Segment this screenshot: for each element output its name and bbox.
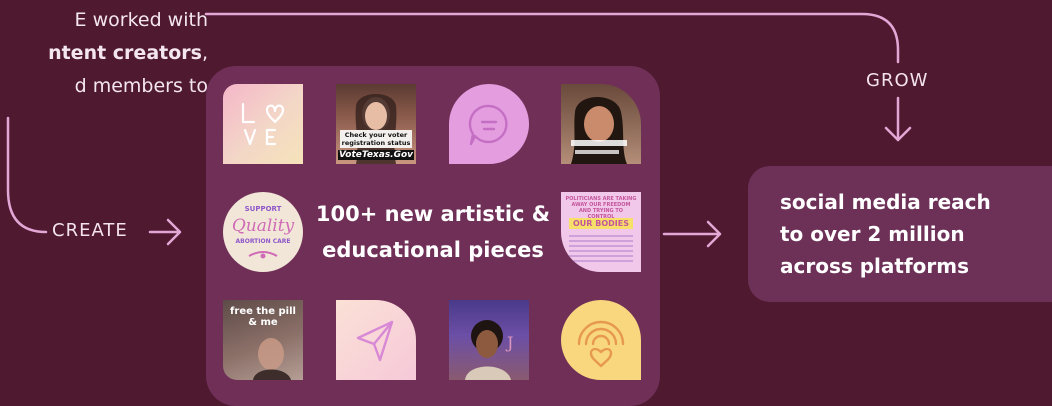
rainbow-heart-icon	[577, 320, 625, 368]
chat-bubble-icon	[468, 104, 508, 146]
voter-caption-line-2: registration status	[341, 139, 411, 147]
send-tile	[336, 300, 416, 380]
pieces-line-1: 100+ new artistic &	[315, 202, 551, 226]
poster-tile: POLITICIANS ARE TAKING AWAY OUR FREEDOM …	[561, 192, 641, 272]
free-pill-tile: free the pill & me	[223, 300, 303, 380]
result-arrow	[662, 220, 722, 248]
grow-arrow	[884, 96, 912, 142]
chat-tile	[449, 84, 529, 164]
person-photo-icon	[253, 338, 291, 380]
reach-line-2: to over 2 million	[780, 222, 965, 246]
voter-tile: Check your voter registration status Vot…	[336, 84, 416, 164]
voter-caption: Check your voter registration status	[340, 130, 412, 148]
reach-result-text: social media reach to over 2 million acr…	[780, 186, 1030, 282]
flower-decoration-icon	[248, 251, 278, 259]
person-photo-icon: J	[465, 320, 513, 380]
pieces-line-2: educational pieces	[322, 238, 544, 262]
quality-care-tile: SUPPORT Quality ABORTION CARE	[223, 192, 303, 272]
reach-line-1: social media reach	[780, 190, 991, 214]
grow-label: GROW	[866, 70, 929, 91]
reach-line-3: across platforms	[780, 254, 970, 278]
justice-tile: J	[449, 300, 529, 380]
pieces-headline: 100+ new artistic & educational pieces	[308, 196, 558, 268]
send-arrow-icon	[356, 320, 394, 362]
svg-text:J: J	[505, 333, 513, 352]
love-tile	[223, 84, 303, 164]
vote-brand: VoteTexas.Gov	[338, 150, 414, 160]
rainbow-heart-tile	[561, 300, 641, 380]
selfie-tile	[561, 84, 641, 164]
create-label: CREATE	[52, 220, 128, 241]
person-photo-icon	[571, 97, 627, 164]
create-arrow	[148, 218, 182, 246]
grow-connector-line	[204, 12, 900, 64]
create-connector-line	[6, 116, 48, 234]
poster-body-lines	[569, 235, 633, 262]
voter-caption-line-1: Check your voter	[344, 131, 408, 139]
love-graphic	[241, 102, 285, 146]
